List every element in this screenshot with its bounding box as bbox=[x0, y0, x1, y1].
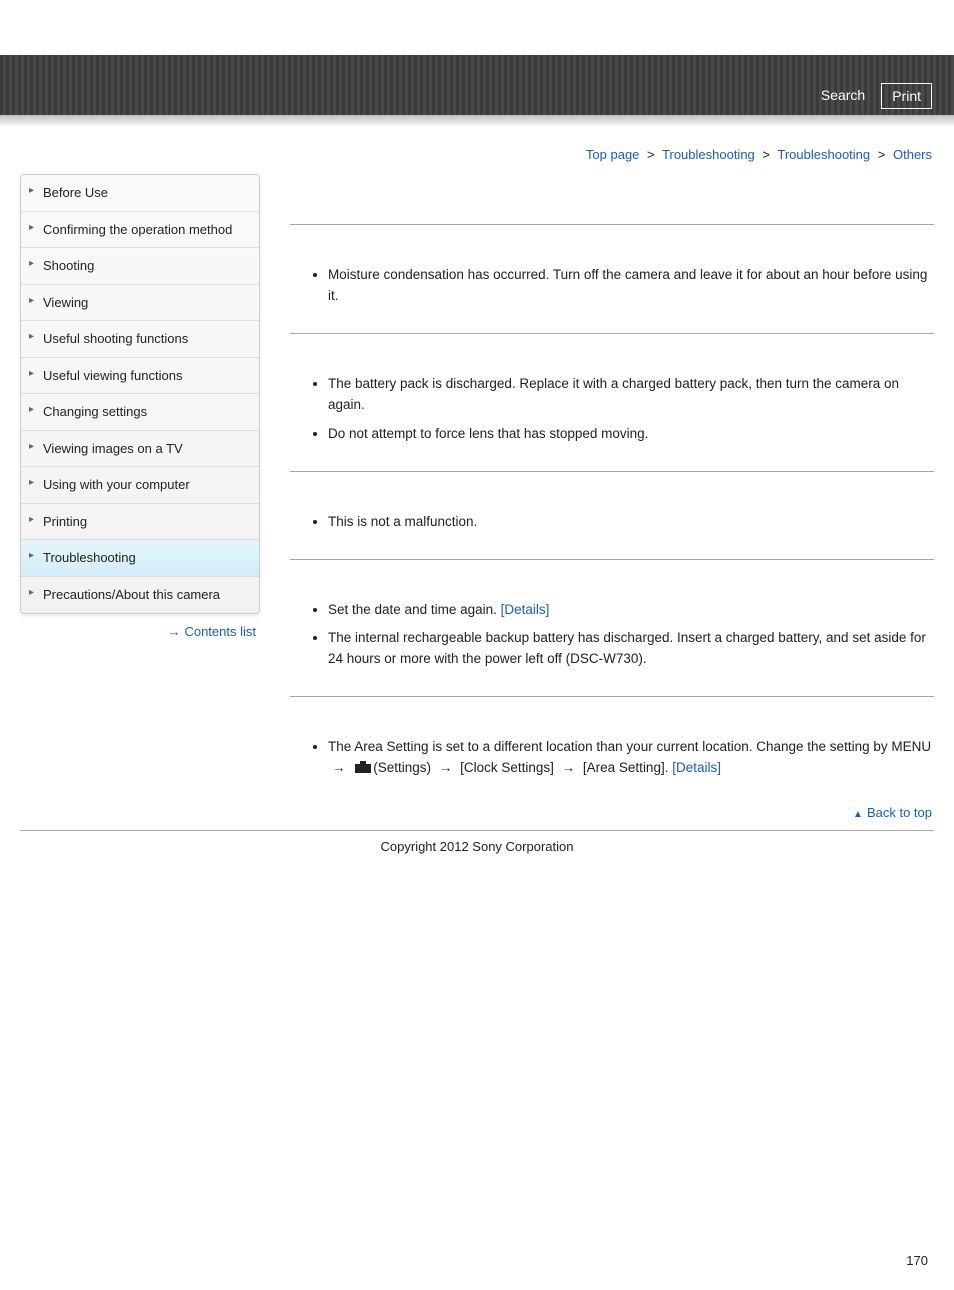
sidebar-item-printing[interactable]: Printing bbox=[21, 504, 259, 541]
bullet-list: The Area Setting is set to a different l… bbox=[290, 737, 934, 779]
list-item: The battery pack is discharged. Replace … bbox=[328, 374, 934, 416]
breadcrumb-troubleshooting-2[interactable]: Troubleshooting bbox=[777, 147, 870, 162]
sidebar-item-shooting[interactable]: Shooting bbox=[21, 248, 259, 285]
sidebar-item-useful-shooting[interactable]: Useful shooting functions bbox=[21, 321, 259, 358]
list-item: The internal rechargeable backup battery… bbox=[328, 628, 934, 670]
arrow-right-icon: → bbox=[167, 624, 180, 639]
list-item-text: The Area Setting is set to a different l… bbox=[328, 739, 931, 754]
sidebar-item-label: Before Use bbox=[43, 185, 108, 200]
breadcrumb-others[interactable]: Others bbox=[893, 147, 932, 162]
footer-divider bbox=[20, 830, 934, 831]
sidebar-item-useful-viewing[interactable]: Useful viewing functions bbox=[21, 358, 259, 395]
breadcrumb-sep: > bbox=[878, 147, 886, 162]
bullet-list: This is not a malfunction. bbox=[290, 512, 934, 533]
settings-label: (Settings) bbox=[373, 760, 431, 775]
section-divider bbox=[290, 559, 934, 560]
section-divider bbox=[290, 696, 934, 697]
list-item: The Area Setting is set to a different l… bbox=[328, 737, 934, 779]
search-button[interactable]: Search bbox=[815, 83, 871, 109]
sidebar-item-precautions[interactable]: Precautions/About this camera bbox=[21, 577, 259, 613]
arrow-right-icon: → bbox=[332, 760, 346, 775]
clock-settings-label: [Clock Settings] bbox=[460, 760, 554, 775]
details-link[interactable]: [Details] bbox=[501, 602, 550, 617]
sidebar-item-label: Useful viewing functions bbox=[43, 368, 182, 383]
breadcrumb-sep: > bbox=[647, 147, 655, 162]
back-to-top: ▲ Back to top bbox=[290, 805, 932, 820]
list-item-text: Set the date and time again. bbox=[328, 602, 501, 617]
breadcrumb-troubleshooting-1[interactable]: Troubleshooting bbox=[662, 147, 755, 162]
sidebar-item-label: Useful shooting functions bbox=[43, 331, 188, 346]
header-bar: Search Print bbox=[0, 55, 954, 115]
sidebar-item-label: Viewing bbox=[43, 295, 88, 310]
sidebar-item-label: Precautions/About this camera bbox=[43, 587, 220, 602]
bullet-list: The battery pack is discharged. Replace … bbox=[290, 374, 934, 445]
sidebar-item-label: Using with your computer bbox=[43, 477, 190, 492]
section-divider bbox=[290, 471, 934, 472]
back-to-top-link[interactable]: ▲ Back to top bbox=[853, 805, 932, 820]
breadcrumb-sep: > bbox=[762, 147, 770, 162]
arrow-right-icon: → bbox=[562, 760, 576, 775]
page-number: 170 bbox=[906, 1253, 928, 1268]
sidebar-item-label: Troubleshooting bbox=[43, 550, 136, 565]
main-content: Moisture condensation has occurred. Turn… bbox=[290, 174, 934, 830]
list-item: Do not attempt to force lens that has st… bbox=[328, 424, 934, 445]
sidebar-item-label: Printing bbox=[43, 514, 87, 529]
sidebar-item-troubleshooting[interactable]: Troubleshooting bbox=[21, 540, 259, 577]
sidebar: Before Use Confirming the operation meth… bbox=[20, 174, 260, 614]
sidebar-item-confirming-operation[interactable]: Confirming the operation method bbox=[21, 212, 259, 249]
triangle-up-icon: ▲ bbox=[853, 809, 863, 820]
sidebar-item-before-use[interactable]: Before Use bbox=[21, 175, 259, 212]
section-divider bbox=[290, 333, 934, 334]
back-to-top-label: Back to top bbox=[867, 805, 932, 820]
sidebar-item-label: Changing settings bbox=[43, 404, 147, 419]
bullet-list: Moisture condensation has occurred. Turn… bbox=[290, 265, 934, 307]
print-button[interactable]: Print bbox=[881, 83, 932, 109]
sidebar-item-viewing[interactable]: Viewing bbox=[21, 285, 259, 322]
sidebar-item-using-computer[interactable]: Using with your computer bbox=[21, 467, 259, 504]
copyright-text: Copyright 2012 Sony Corporation bbox=[0, 839, 954, 854]
breadcrumb: Top page > Troubleshooting > Troubleshoo… bbox=[0, 147, 932, 162]
list-item: Set the date and time again. [Details] bbox=[328, 600, 934, 621]
sidebar-item-label: Confirming the operation method bbox=[43, 222, 232, 237]
details-link[interactable]: [Details] bbox=[672, 760, 721, 775]
list-item: This is not a malfunction. bbox=[328, 512, 934, 533]
sidebar-item-label: Viewing images on a TV bbox=[43, 441, 183, 456]
bullet-list: Set the date and time again. [Details] T… bbox=[290, 600, 934, 671]
sidebar-wrap: Before Use Confirming the operation meth… bbox=[20, 174, 260, 639]
sidebar-item-changing-settings[interactable]: Changing settings bbox=[21, 394, 259, 431]
section-divider bbox=[290, 224, 934, 225]
sidebar-item-label: Shooting bbox=[43, 258, 94, 273]
arrow-right-icon: → bbox=[439, 760, 453, 775]
settings-icon bbox=[355, 761, 371, 773]
area-setting-label: [Area Setting]. bbox=[583, 760, 669, 775]
sidebar-item-viewing-tv[interactable]: Viewing images on a TV bbox=[21, 431, 259, 468]
contents-list-label: Contents list bbox=[184, 624, 256, 639]
contents-list-link[interactable]: → Contents list bbox=[20, 624, 260, 639]
list-item: Moisture condensation has occurred. Turn… bbox=[328, 265, 934, 307]
breadcrumb-top-page[interactable]: Top page bbox=[586, 147, 640, 162]
